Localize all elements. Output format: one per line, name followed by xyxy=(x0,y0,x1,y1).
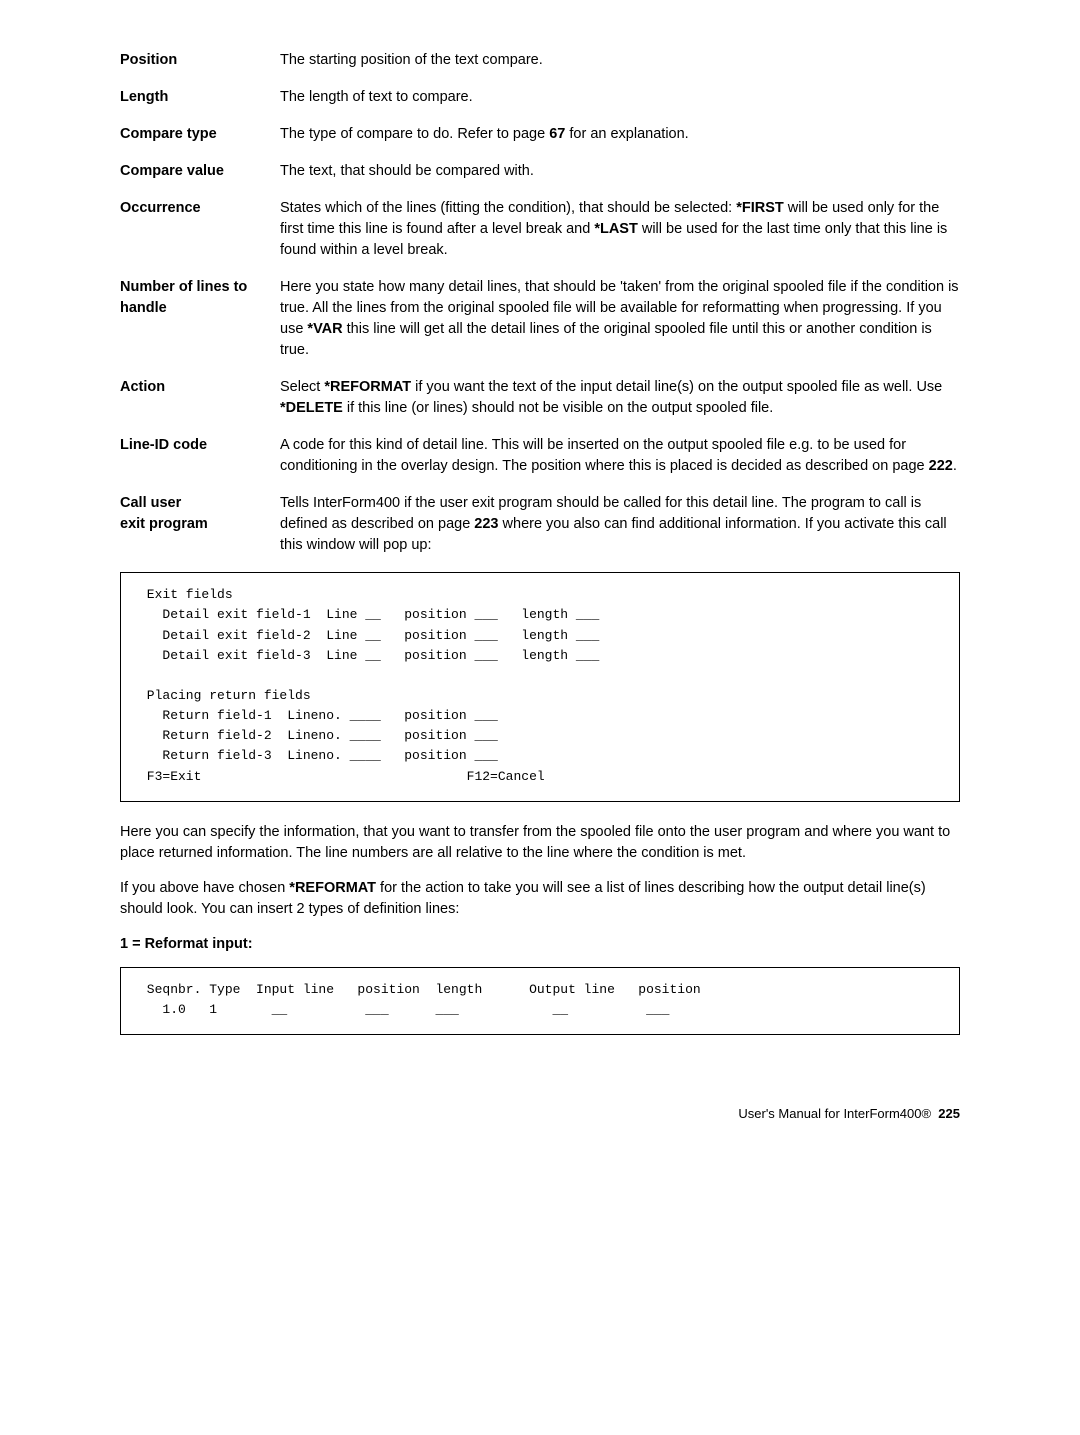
paragraph-transfer-info: Here you can specify the information, th… xyxy=(120,822,960,864)
definition-term: Action xyxy=(120,377,280,419)
definition-body: Select *REFORMAT if you want the text of… xyxy=(280,377,960,419)
definition-row: Line-ID codeA code for this kind of deta… xyxy=(120,435,960,477)
definition-term: Occurrence xyxy=(120,198,280,261)
definition-body: The text, that should be compared with. xyxy=(280,161,960,182)
definition-term: Length xyxy=(120,87,280,108)
definition-term: Call userexit program xyxy=(120,493,280,556)
definition-row: Call userexit programTells InterForm400 … xyxy=(120,493,960,556)
section-heading-reformat-input: 1 = Reformat input: xyxy=(120,934,960,955)
reformat-input-code-box: Seqnbr. Type Input line position length … xyxy=(120,967,960,1035)
definition-body: The starting position of the text compar… xyxy=(280,50,960,71)
definition-term: Compare value xyxy=(120,161,280,182)
definition-body: The length of text to compare. xyxy=(280,87,960,108)
definition-body: A code for this kind of detail line. Thi… xyxy=(280,435,960,477)
definition-row: PositionThe starting position of the tex… xyxy=(120,50,960,71)
page-footer: User's Manual for InterForm400® 225 xyxy=(120,1105,960,1124)
definition-row: ActionSelect *REFORMAT if you want the t… xyxy=(120,377,960,419)
definition-term: Number of lines to handle xyxy=(120,277,280,361)
definition-term: Compare type xyxy=(120,124,280,145)
definition-term: Line-ID code xyxy=(120,435,280,477)
definition-row: Compare typeThe type of compare to do. R… xyxy=(120,124,960,145)
definition-body: The type of compare to do. Refer to page… xyxy=(280,124,960,145)
definition-row: Number of lines to handleHere you state … xyxy=(120,277,960,361)
paragraph-reformat-intro: If you above have chosen *REFORMAT for t… xyxy=(120,878,960,920)
exit-fields-code-box: Exit fields Detail exit field-1 Line __ … xyxy=(120,572,960,801)
definition-row: LengthThe length of text to compare. xyxy=(120,87,960,108)
definition-body: Here you state how many detail lines, th… xyxy=(280,277,960,361)
definition-row: Compare valueThe text, that should be co… xyxy=(120,161,960,182)
definition-body: States which of the lines (fitting the c… xyxy=(280,198,960,261)
definition-row: OccurrenceStates which of the lines (fit… xyxy=(120,198,960,261)
definition-term: Position xyxy=(120,50,280,71)
definition-body: Tells InterForm400 if the user exit prog… xyxy=(280,493,960,556)
